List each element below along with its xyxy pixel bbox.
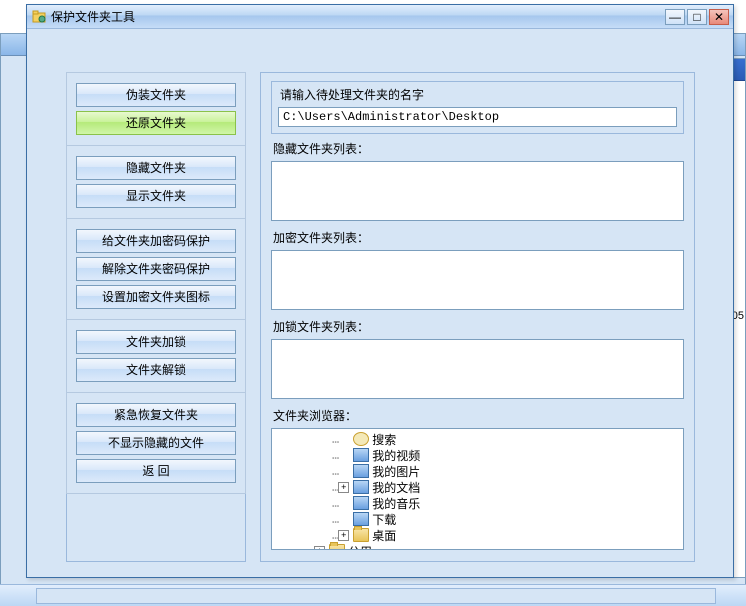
folder-icon: [329, 544, 345, 550]
main-panel: 请输入待处理文件夹的名字 隐藏文件夹列表： 加密文件夹列表： 加锁文件夹列表： …: [260, 72, 695, 562]
tree-item-label: 我的音乐: [372, 495, 420, 512]
decrypt-folder-button[interactable]: 解除文件夹密码保护: [76, 257, 236, 281]
tree-item[interactable]: …搜索: [332, 431, 683, 447]
tree-item-label: 我的视频: [372, 447, 420, 464]
main-window: 保护文件夹工具 — □ ✕ 伪装文件夹 还原文件夹 隐藏文件夹 显示文件夹 给文…: [26, 4, 734, 578]
maximize-button[interactable]: □: [687, 9, 707, 25]
locked-folder-list[interactable]: [271, 339, 684, 399]
encrypted-list-label: 加密文件夹列表：: [273, 229, 684, 246]
tree-item[interactable]: …+我的文档: [332, 479, 683, 495]
close-button[interactable]: ✕: [709, 9, 729, 25]
path-group: 请输入待处理文件夹的名字: [271, 81, 684, 134]
window-controls: — □ ✕: [665, 9, 729, 25]
show-folder-button[interactable]: 显示文件夹: [76, 184, 236, 208]
sidebar-group-1: 伪装文件夹 还原文件夹: [66, 72, 246, 146]
window-title: 保护文件夹工具: [51, 8, 665, 25]
blue-icon: [353, 512, 369, 526]
app-icon: [31, 9, 47, 25]
tree-item-label: 下载: [372, 511, 396, 528]
encrypted-folder-list[interactable]: [271, 250, 684, 310]
restore-folder-button[interactable]: 还原文件夹: [76, 111, 236, 135]
blue-icon: [353, 448, 369, 462]
titlebar[interactable]: 保护文件夹工具 — □ ✕: [27, 5, 733, 29]
tree-item-label: 桌面: [372, 527, 396, 544]
expand-icon[interactable]: +: [338, 530, 349, 541]
sidebar-group-2: 隐藏文件夹 显示文件夹: [66, 145, 246, 219]
disguise-folder-button[interactable]: 伪装文件夹: [76, 83, 236, 107]
emergency-restore-button[interactable]: 紧急恢复文件夹: [76, 403, 236, 427]
folder-icon: [353, 528, 369, 542]
path-input[interactable]: [278, 107, 677, 127]
tree-item[interactable]: …我的图片: [332, 463, 683, 479]
hidden-list-label: 隐藏文件夹列表：: [273, 140, 684, 157]
back-button[interactable]: 返 回: [76, 459, 236, 483]
lock-folder-button[interactable]: 文件夹加锁: [76, 330, 236, 354]
hidden-folder-list[interactable]: [271, 161, 684, 221]
blue-icon: [353, 464, 369, 478]
client-area: 伪装文件夹 还原文件夹 隐藏文件夹 显示文件夹 给文件夹加密码保护 解除文件夹密…: [30, 32, 730, 574]
set-encrypt-icon-button[interactable]: 设置加密文件夹图标: [76, 285, 236, 309]
tree-item-label: 我的图片: [372, 463, 420, 480]
browser-label: 文件夹浏览器：: [273, 407, 684, 424]
sidebar-group-4: 文件夹加锁 文件夹解锁: [66, 319, 246, 393]
tree-item-label: 我的文档: [372, 479, 420, 496]
sidebar: 伪装文件夹 还原文件夹 隐藏文件夹 显示文件夹 给文件夹加密码保护 解除文件夹密…: [66, 72, 246, 562]
bottom-bar-inner: [36, 588, 716, 604]
dont-show-hidden-button[interactable]: 不显示隐藏的文件: [76, 431, 236, 455]
minimize-button[interactable]: —: [665, 9, 685, 25]
locked-list-label: 加锁文件夹列表：: [273, 318, 684, 335]
blue-icon: [353, 480, 369, 494]
expand-icon[interactable]: +: [338, 482, 349, 493]
hide-folder-button[interactable]: 隐藏文件夹: [76, 156, 236, 180]
tree-item[interactable]: …我的音乐: [332, 495, 683, 511]
tree-item-label: 搜索: [372, 431, 396, 448]
encrypt-folder-button[interactable]: 给文件夹加密码保护: [76, 229, 236, 253]
folder-browser[interactable]: …搜索…我的视频…我的图片…+我的文档…我的音乐…下载…+桌面+公用: [271, 428, 684, 550]
bottom-bar: [0, 584, 746, 606]
sidebar-group-5: 紧急恢复文件夹 不显示隐藏的文件 返 回: [66, 392, 246, 494]
tree-item[interactable]: …+桌面: [332, 527, 683, 543]
path-label: 请输入待处理文件夹的名字: [280, 86, 677, 103]
expand-icon[interactable]: +: [314, 546, 325, 551]
unlock-folder-button[interactable]: 文件夹解锁: [76, 358, 236, 382]
search-icon: [353, 432, 369, 446]
sidebar-group-3: 给文件夹加密码保护 解除文件夹密码保护 设置加密文件夹图标: [66, 218, 246, 320]
tree-item-label: 公用: [348, 543, 372, 551]
blue-icon: [353, 496, 369, 510]
tree-item[interactable]: …我的视频: [332, 447, 683, 463]
tree-item[interactable]: + 公用: [314, 543, 683, 550]
tree-item[interactable]: …下载: [332, 511, 683, 527]
